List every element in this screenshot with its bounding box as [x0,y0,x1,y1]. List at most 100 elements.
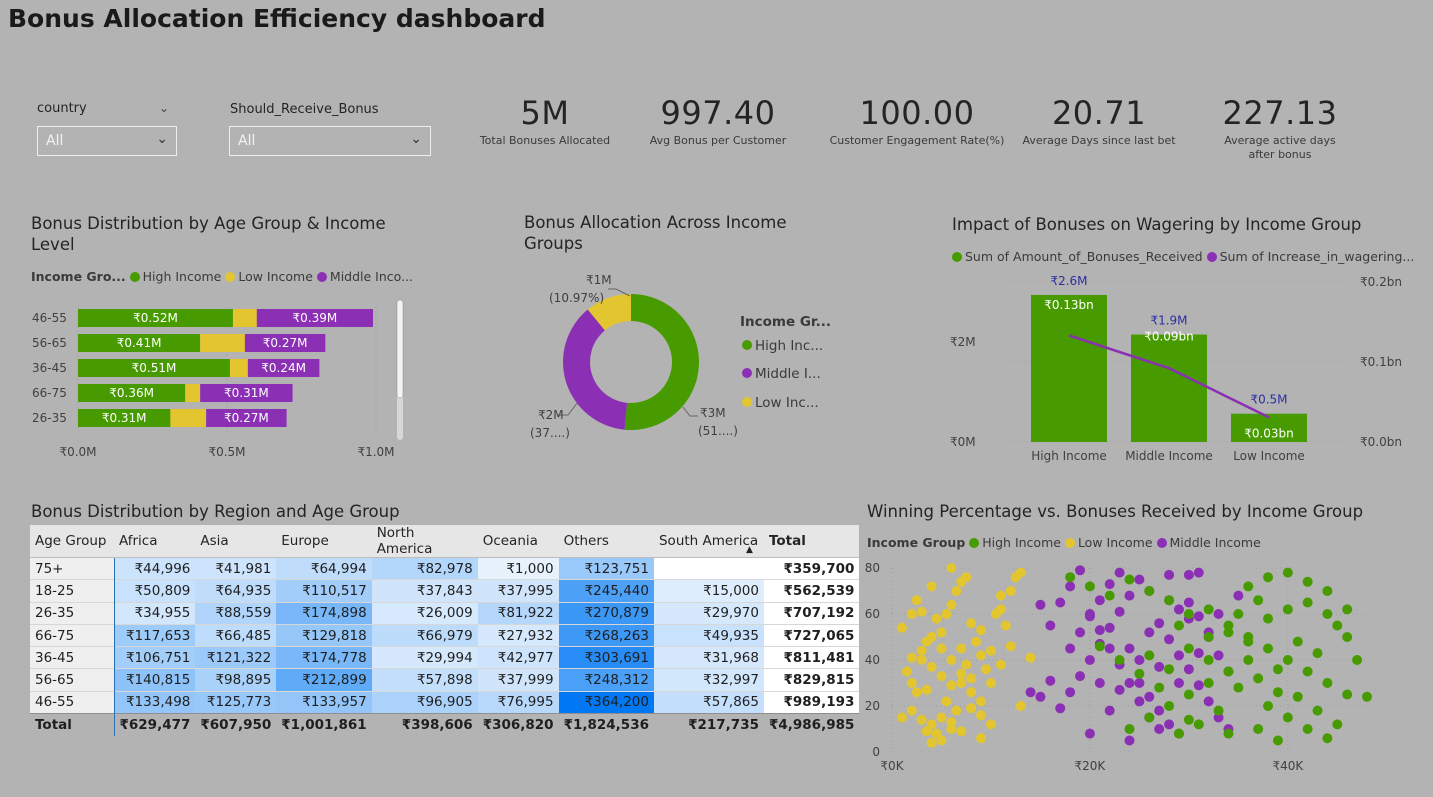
scatter-point[interactable] [1233,609,1244,619]
scatter-point[interactable] [1243,636,1254,647]
scatter-point[interactable] [911,595,922,606]
scatter-point[interactable] [1084,655,1095,665]
scatter-point[interactable] [1223,627,1234,638]
scatter-point[interactable] [1233,682,1244,693]
legend-item-low-income[interactable]: Low Income [225,269,313,284]
scatter-point[interactable] [1243,655,1254,665]
scatter-point[interactable] [1322,733,1333,744]
scatter-point[interactable] [995,604,1006,615]
scatter-point[interactable] [985,678,996,688]
scatter-point[interactable] [1302,666,1313,677]
column-header[interactable]: Europe [276,525,372,558]
scatter-point[interactable] [916,606,927,617]
scrollbar-thumb[interactable] [396,299,404,399]
scatter-point[interactable] [956,678,967,688]
scatter-point[interactable] [906,609,917,619]
scatter-point[interactable] [926,719,937,730]
scatter-point[interactable] [1302,576,1313,587]
scatter-point[interactable] [1342,632,1353,642]
table-row[interactable]: 75+ ₹44,996 ₹41,981 ₹64,994 ₹82,978 ₹1,000 ₹12… [30,556,860,580]
sort-desc-icon[interactable]: ▲ [746,545,753,555]
table-row[interactable]: 18-25 ₹50,809 ₹64,935 ₹110,517 ₹37,843 ₹37,99… [30,579,860,603]
scatter-point[interactable] [1055,597,1066,608]
scatter-point[interactable] [1134,574,1145,585]
region-age-matrix[interactable]: Age Group Africa Asia Europe North America Oc… [30,525,860,736]
table-row[interactable]: 66-75 ₹117,653 ₹66,485 ₹129,818 ₹66,979 ₹27,9… [30,623,860,647]
scatter-point[interactable] [976,710,987,721]
scatter-point[interactable] [1183,569,1194,580]
scatter-point[interactable] [1084,611,1095,622]
scatter-point[interactable] [966,618,977,629]
scatter-point[interactable] [1253,673,1264,684]
country-dropdown[interactable]: All ⌄ [37,126,177,156]
scatter-point[interactable] [1203,632,1214,642]
scatter-point[interactable] [941,696,952,707]
legend-item-low-income[interactable]: Low Income [1064,535,1153,550]
scatter-point[interactable] [1292,636,1303,647]
scatter-point[interactable] [1134,668,1145,679]
donut-slice[interactable] [624,294,699,430]
scatter-point[interactable] [995,590,1006,601]
scatter-point[interactable] [936,735,947,746]
scatter-point[interactable] [1144,691,1155,702]
scatter-point[interactable] [1183,609,1194,619]
scatter-point[interactable] [946,655,957,665]
scatter-point[interactable] [1223,666,1234,677]
scatter-point[interactable] [1065,581,1076,592]
scatter-point[interactable] [976,625,987,636]
scatter-point[interactable] [916,645,927,656]
chevron-down-icon[interactable]: ⌄ [159,101,169,115]
scatter-point[interactable] [1144,627,1155,638]
scatter-point[interactable] [985,645,996,656]
scatter-point[interactable] [1302,724,1313,734]
legend-item-wagering[interactable]: Sum of Increase_in_wagering... [1206,249,1414,264]
scatter-point[interactable] [1144,650,1155,661]
scatter-point[interactable] [1164,701,1175,711]
scatter-point[interactable] [1094,678,1105,688]
scatter-point[interactable] [1124,574,1135,585]
scatter-point[interactable] [1312,705,1323,716]
scatter-point[interactable] [926,737,937,748]
scatter-point[interactable] [1104,643,1115,654]
scatter-point[interactable] [1263,572,1274,583]
scatter-point[interactable] [926,661,937,672]
scatter-point[interactable] [1233,590,1244,601]
scatter-point[interactable] [1075,627,1086,638]
scatter-point[interactable] [1183,714,1194,725]
scatter-point[interactable] [1124,735,1135,746]
scatter-point[interactable] [1183,597,1194,608]
scatter-point[interactable] [1253,595,1264,606]
scatter-point[interactable] [1193,611,1204,622]
scatter-point[interactable] [1104,579,1115,590]
scatter-point[interactable] [921,684,932,695]
scatter-point[interactable] [916,714,927,725]
scatter-point[interactable] [956,668,967,679]
scatter-point[interactable] [1223,728,1234,739]
scatter-point[interactable] [995,659,1006,670]
donut-legend-item-high[interactable]: High Inc... [742,338,823,354]
scatter-point[interactable] [976,650,987,661]
scatter-point[interactable] [1282,567,1293,578]
scatter-point[interactable] [1322,586,1333,596]
scatter-point[interactable] [1144,712,1155,723]
should-receive-bonus-dropdown[interactable]: All ⌄ [229,126,431,156]
scatter-point[interactable] [1124,724,1135,734]
scatter-point[interactable] [936,712,947,723]
scatter-point[interactable] [1183,643,1194,654]
scatter-point[interactable] [1173,604,1184,615]
scatter-point[interactable] [1243,581,1254,592]
scatter-point[interactable] [961,659,972,670]
donut-legend-item-middle[interactable]: Middle I... [742,366,821,382]
scatter-point[interactable] [1144,586,1155,596]
scatter-point[interactable] [1213,650,1224,661]
country-slicer[interactable]: country ⌄ All ⌄ [37,101,177,161]
age-income-bar-chart[interactable]: 46-55 56-65 36-45 66-75 26-35 ₹0.52M ₹0.39M ₹0… [28,295,418,465]
scatter-point[interactable] [1025,687,1036,698]
scatter-point[interactable] [951,586,962,596]
scatter-point[interactable] [1015,701,1026,711]
scatter-point[interactable] [946,563,957,573]
scatter-point[interactable] [966,673,977,684]
scatter-point[interactable] [976,733,987,744]
scatter-point[interactable] [1154,661,1165,672]
scatter-point[interactable] [1114,655,1125,665]
